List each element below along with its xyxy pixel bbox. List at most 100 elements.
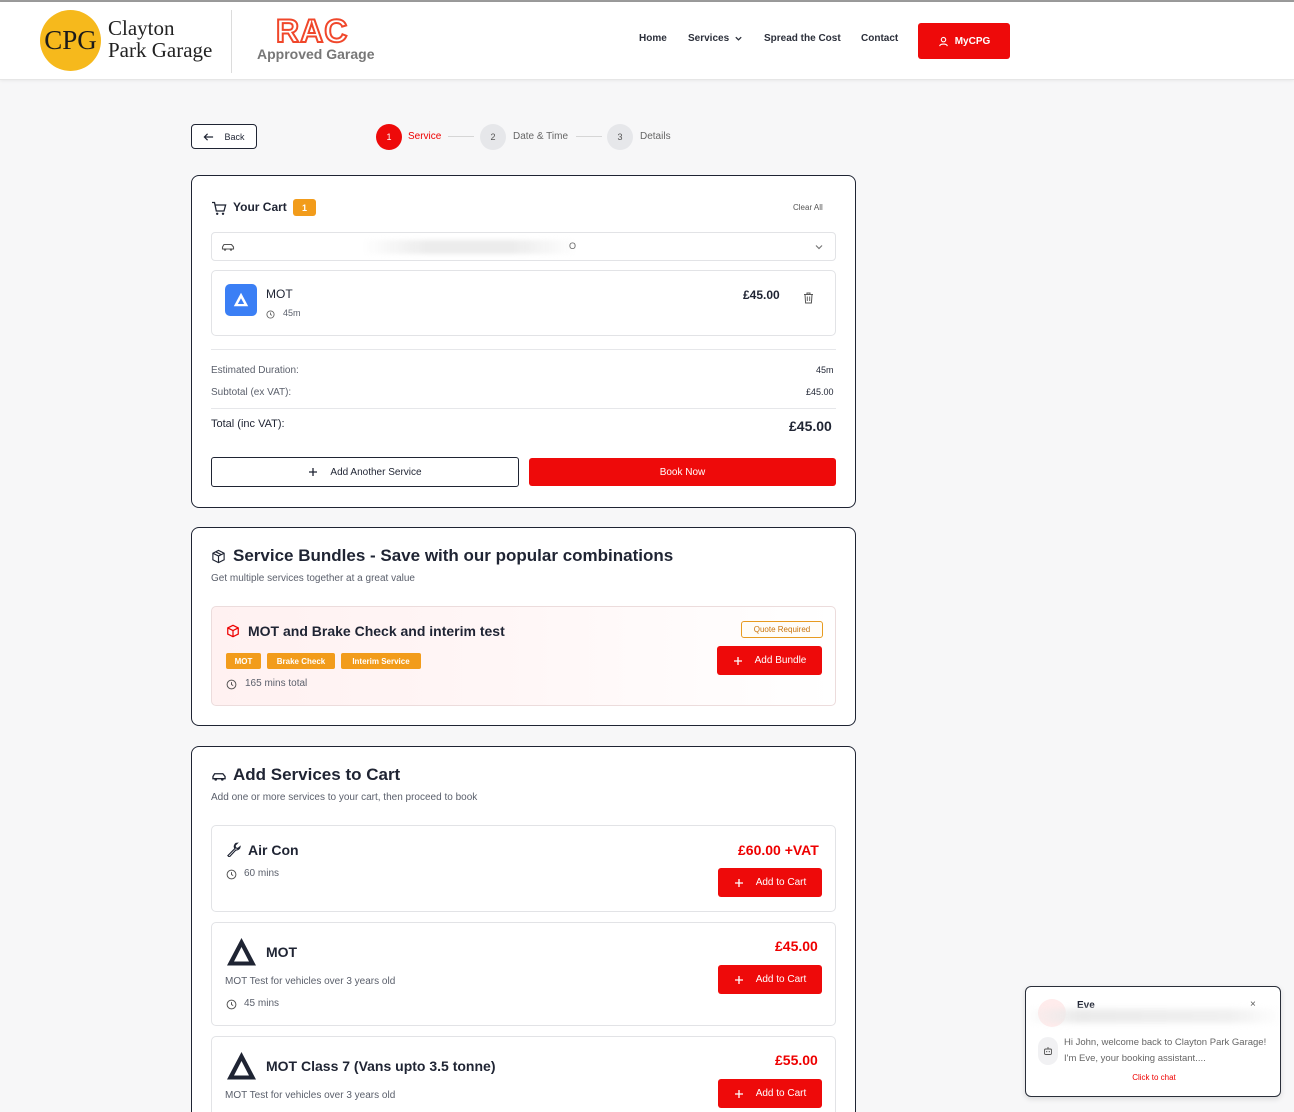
step-2-label: Date & Time (513, 131, 569, 142)
rac-approved-label: Approved Garage (257, 46, 375, 62)
mot-triangle-icon (227, 1052, 256, 1080)
chat-widget[interactable]: Eve × Hi John, welcome back to Clayton P… (1025, 986, 1281, 1097)
cart-icon (212, 201, 227, 215)
bundle-item: MOT and Brake Check and interim test MOT… (211, 606, 836, 706)
cart-card: Your Cart 1 Clear All O MOT 45m £45.00 E… (191, 175, 856, 508)
bundle-name: MOT and Brake Check and interim test (248, 623, 505, 639)
wrench-icon (227, 842, 241, 857)
plus-icon (734, 975, 743, 984)
cart-count-badge: 1 (293, 199, 316, 216)
service-description: MOT Test for vehicles over 3 years old (225, 1090, 396, 1101)
clock-icon (226, 869, 237, 880)
cart-item-duration: 45m (283, 308, 301, 318)
step-3-circle[interactable]: 3 (607, 124, 633, 150)
chevron-down-icon (735, 36, 742, 41)
click-to-chat-link[interactable]: Click to chat (1026, 1073, 1280, 1082)
logo-text[interactable]: Clayton Park Garage (108, 17, 212, 61)
chevron-down-icon (815, 245, 823, 250)
service-item-mot-class-7: MOT Class 7 (Vans upto 3.5 tonne) MOT Te… (211, 1036, 836, 1112)
step-connector (576, 136, 602, 137)
divider (211, 349, 836, 350)
plus-icon (734, 878, 743, 887)
subtotal-label: Subtotal (ex VAT): (211, 387, 292, 398)
plus-icon (734, 1089, 743, 1098)
back-button[interactable]: Back (191, 124, 257, 149)
trash-icon[interactable] (803, 292, 814, 304)
total-value: £45.00 (789, 418, 832, 434)
services-title: Add Services to Cart (233, 765, 401, 784)
service-duration: 60 mins (244, 868, 280, 879)
cart-title: Your Cart (233, 200, 287, 214)
user-icon (938, 36, 948, 46)
service-price: £60.00 +VAT (738, 842, 819, 858)
services-subtitle: Add one or more services to your cart, t… (211, 792, 478, 803)
add-to-cart-button[interactable]: Add to Cart (718, 1079, 822, 1108)
car-icon (212, 773, 226, 781)
vehicle-select-value: O (569, 241, 577, 251)
chat-message: Hi John, welcome back to Clayton Park Ga… (1064, 1037, 1267, 1064)
estimated-duration-label: Estimated Duration: (211, 365, 299, 376)
divider (211, 408, 836, 409)
bot-icon (1038, 1037, 1058, 1065)
chat-header-blur (1026, 1009, 1280, 1023)
plus-icon (733, 656, 742, 665)
logo-divider (231, 10, 232, 73)
bundle-tag: Interim Service (341, 653, 421, 669)
step-1-circle[interactable]: 1 (376, 124, 402, 150)
service-name: Air Con (248, 842, 299, 858)
nav-home[interactable]: Home (639, 33, 667, 44)
cart-item-name: MOT (266, 287, 293, 301)
service-price: £55.00 (775, 1052, 818, 1068)
quote-required-badge: Quote Required (741, 621, 823, 638)
rac-logo: RAC (275, 13, 349, 49)
clear-all-button[interactable]: Clear All (793, 203, 823, 212)
bundle-tag: MOT (226, 653, 261, 669)
mot-triangle-icon (233, 292, 249, 307)
add-to-cart-button[interactable]: Add to Cart (718, 868, 822, 897)
clock-icon (226, 679, 237, 690)
service-name: MOT (266, 944, 298, 960)
mot-triangle-icon (227, 938, 256, 966)
bundles-title: Service Bundles - Save with our popular … (233, 546, 674, 565)
vehicle-registration-redacted (362, 240, 577, 254)
service-duration: 45 mins (244, 998, 280, 1009)
bundles-subtitle: Get multiple services together at a grea… (211, 573, 415, 584)
cart-item: MOT 45m £45.00 (211, 270, 836, 336)
nav-services[interactable]: Services (688, 33, 743, 44)
step-connector (448, 136, 474, 137)
add-another-service-button[interactable]: Add Another Service (211, 457, 519, 487)
arrow-left-icon (204, 132, 214, 141)
package-icon (227, 624, 239, 638)
nav-spread-the-cost[interactable]: Spread the Cost (764, 33, 841, 44)
site-header: CPG Clayton Park Garage RAC Approved Gar… (0, 2, 1294, 80)
cart-item-price: £45.00 (743, 288, 780, 302)
service-name: MOT Class 7 (Vans upto 3.5 tonne) (266, 1058, 496, 1074)
step-2-circle[interactable]: 2 (480, 124, 506, 150)
service-item-air-con: Air Con 60 mins £60.00 +VAT Add to Cart (211, 825, 836, 912)
logo-badge[interactable]: CPG (40, 10, 101, 71)
bundles-card: Service Bundles - Save with our popular … (191, 527, 856, 726)
vehicle-select[interactable]: O (211, 232, 836, 261)
service-description: MOT Test for vehicles over 3 years old (225, 976, 396, 987)
nav-contact[interactable]: Contact (861, 33, 898, 44)
step-3-label: Details (640, 131, 671, 142)
total-label: Total (inc VAT): (211, 418, 285, 430)
bundle-tag: Brake Check (267, 653, 335, 669)
subtotal-value: £45.00 (806, 387, 834, 397)
package-icon (212, 549, 225, 564)
bundle-duration: 165 mins total (245, 678, 308, 689)
clock-icon (266, 310, 275, 319)
book-now-button[interactable]: Book Now (529, 458, 836, 486)
mot-service-icon (225, 284, 257, 316)
estimated-duration-value: 45m (816, 365, 834, 375)
service-price: £45.00 (775, 938, 818, 954)
service-item-mot: MOT MOT Test for vehicles over 3 years o… (211, 922, 836, 1026)
add-to-cart-button[interactable]: Add to Cart (718, 965, 822, 994)
add-bundle-button[interactable]: Add Bundle (717, 646, 822, 675)
mycpg-button[interactable]: MyCPG (918, 23, 1010, 59)
services-card: Add Services to Cart Add one or more ser… (191, 746, 856, 1112)
clock-icon (226, 999, 237, 1010)
car-icon (221, 243, 235, 251)
step-1-label: Service (408, 131, 442, 142)
plus-icon (309, 468, 318, 476)
